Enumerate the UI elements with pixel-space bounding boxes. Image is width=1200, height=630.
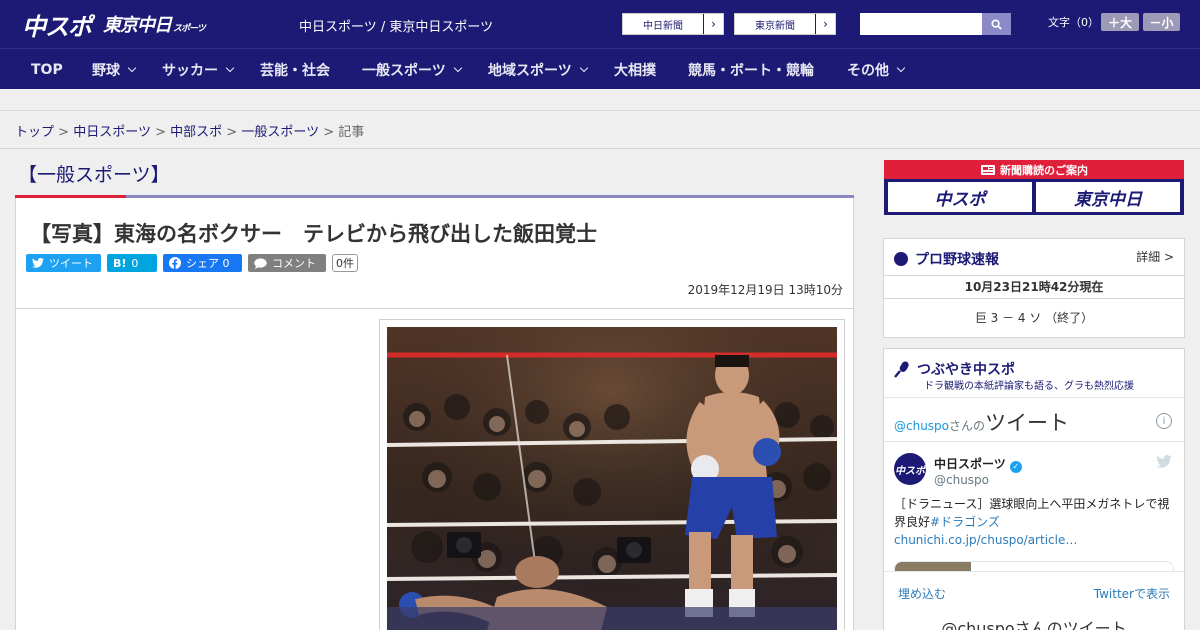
baseball-score-box: プロ野球速報 詳細 > 10月23日21時42分現在 巨 3 － 4 ソ （終了… [883,238,1185,338]
hatena-bookmark-button[interactable]: B! 0 [107,254,157,272]
nav-item-top[interactable]: TOP [31,49,63,90]
boxing-photo-image [387,327,837,630]
article: 【写真】東海の名ボクサー テレビから飛び出した飯田覚士 ツイート B! 0 シェ… [15,198,854,630]
chuspo-subscribe-link[interactable]: 中スポ [888,182,1032,212]
font-increase-button[interactable]: ＋大 [1101,13,1139,31]
divider [884,571,1184,572]
account-id[interactable]: @chuspo [934,473,989,487]
top-header: 中スポ 東京中日 スポーツ 中日スポーツ / 東京中日スポーツ 中日新聞 › 東京… [0,0,1200,48]
comment-button[interactable]: コメント [248,254,326,272]
tokyo-chunichi-subscribe-link[interactable]: 東京中日 [1036,182,1180,212]
divider [0,148,1200,149]
card-thumbnail [895,562,971,571]
tweet-link[interactable]: chunichi.co.jp/chuspo/article… [894,533,1077,547]
logo-tokyo-chunichi: 東京中日 スポーツ [103,15,206,36]
nav-item-baseball[interactable]: 野球 [92,49,137,90]
twitter-bird-icon[interactable] [1156,455,1172,468]
speech-bubble-icon [254,257,267,269]
nav-item-soccer[interactable]: サッカー [162,49,235,90]
baseball-detail-link[interactable]: 詳細 > [1136,248,1174,265]
font-size-label: 文字（0） [1048,16,1099,29]
site-logo[interactable]: 中スポ 東京中日 スポーツ [22,8,206,41]
breadcrumb-current: 記事 [338,125,365,140]
avatar[interactable]: 中スポ [894,453,926,485]
facebook-share-button[interactable]: シェア 0 [163,254,242,272]
chevron-right-icon: › [815,14,835,34]
divider [884,441,1184,442]
chunichi-shimbun-link[interactable]: 中日新聞 › [622,13,724,35]
article-date: 2019年12月19日 13時10分 [687,283,843,297]
twitter-box-title: つぶやき中スポ [894,359,1015,379]
nav-item-regional-sports[interactable]: 地域スポーツ [488,49,588,90]
nav-item-general-sports[interactable]: 一般スポーツ [362,49,462,90]
timeline-heading: @chuspoさんのツイート [894,411,1070,435]
breadcrumb-top[interactable]: トップ [15,125,54,140]
chevron-down-icon [579,63,588,72]
divider [16,308,853,309]
microphone-icon [894,361,909,378]
boxing-photo[interactable] [387,327,837,630]
baseball-score-title: プロ野球速報 [894,249,999,269]
main-nav: TOP 野球 サッカー 芸能・社会 一般スポーツ 地域スポーツ 大相撲 競馬・ボ… [0,48,1200,89]
breadcrumb: トップ > 中日スポーツ > 中部スポ > 一般スポーツ > 記事 [15,125,365,140]
timeline-footer-title[interactable]: @chuspoさんのツイート [884,615,1184,630]
subscription-banner[interactable]: 新聞購読のご案内 中スポ 東京中日 [884,160,1184,215]
chevron-down-icon [225,63,235,72]
logo-chuspo: 中スポ [22,12,92,41]
baseball-icon [894,252,908,266]
facebook-icon [169,257,181,269]
chevron-down-icon [127,63,137,72]
breadcrumb-general-sports[interactable]: 一般スポーツ [241,125,319,140]
hatena-b-icon: B! [113,256,127,270]
twitter-widget-box: つぶやき中スポ ドラ観戦の本紙評論家も語る、グラも熱烈応援 @chuspoさんの… [883,348,1185,630]
twitter-box-subtitle: ドラ観戦の本紙評論家も語る、グラも熱烈応援 [924,381,1134,392]
account-name[interactable]: 中日スポーツ ✓ [934,455,1022,473]
search-button[interactable] [982,13,1011,35]
score-timestamp: 10月23日21時42分現在 [884,275,1184,299]
chevron-down-icon [896,63,906,72]
tweet-text: ［ドラニュース］選球眼向上へ平田メガネトレで視界良好#ドラゴンズchunichi… [894,497,1170,547]
twitter-bird-icon [32,258,44,268]
breadcrumb-chunichi-sports[interactable]: 中日スポーツ [73,125,151,140]
chevron-down-icon [453,63,462,72]
info-icon[interactable]: i [1156,413,1172,429]
subscription-banner-title: 新聞購読のご案内 [884,160,1184,179]
embed-link[interactable]: 埋め込む [898,585,946,602]
view-on-twitter-link[interactable]: Twitterで表示 [1094,585,1170,602]
comment-count: 0件 [332,254,358,272]
section-title: 【一般スポーツ】 [18,164,170,186]
divider [884,397,1184,398]
spacer-band [0,89,1200,111]
article-title: 【写真】東海の名ボクサー テレビから飛び出した飯田覚士 [30,222,597,246]
tweet-button[interactable]: ツイート [26,254,101,272]
nav-item-other[interactable]: その他 [847,49,906,90]
site-names: 中日スポーツ / 東京中日スポーツ [299,20,494,35]
breadcrumb-chubu-spo[interactable]: 中部スポ [170,125,222,140]
game-score[interactable]: 巨 3 － 4 ソ （終了） [884,309,1184,326]
newspaper-icon [981,164,995,175]
tokyo-shimbun-link[interactable]: 東京新聞 › [734,13,836,35]
nav-item-entertainment[interactable]: 芸能・社会 [260,49,330,90]
verified-badge-icon: ✓ [1009,461,1022,473]
search-input[interactable] [860,13,982,35]
chevron-right-icon: › [703,14,723,34]
photo-frame [379,319,845,630]
tweet-card[interactable] [894,561,1174,571]
nav-item-racing[interactable]: 競馬・ボート・競輪 [688,49,814,90]
search-icon [991,18,1002,30]
nav-item-sumo[interactable]: 大相撲 [614,49,656,90]
font-decrease-button[interactable]: －小 [1143,13,1180,31]
hashtag-link[interactable]: #ドラゴンズ [930,515,1000,529]
